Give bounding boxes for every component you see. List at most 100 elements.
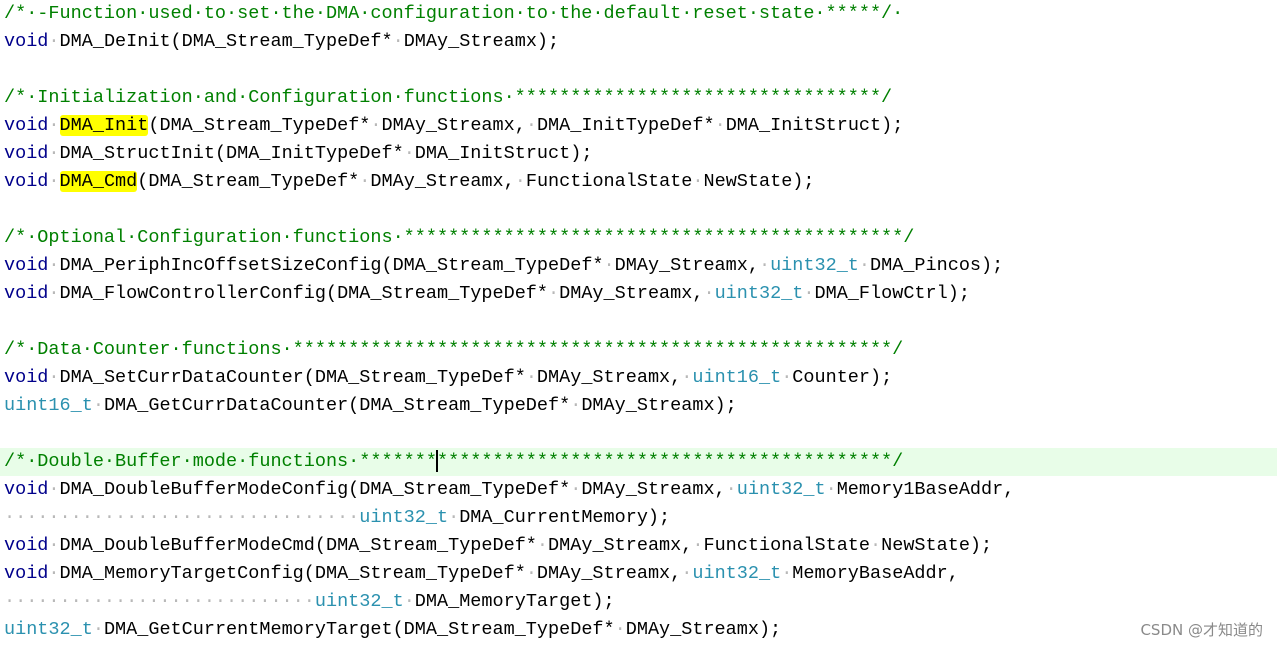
code-token: NewState);: [703, 171, 815, 192]
code-token: DMA_GetCurrDataCounter(DMA_Stream_TypeDe…: [103, 395, 571, 416]
code-token: uint16_t: [4, 395, 93, 416]
code-token: DMA_MemoryTarget);: [414, 591, 615, 612]
code-line[interactable]: void·DMA_DoubleBufferModeCmd(DMA_Stream_…: [0, 532, 1277, 560]
code-line[interactable]: uint16_t·DMA_GetCurrDataCounter(DMA_Stre…: [0, 392, 1277, 420]
code-token: FunctionalState: [525, 171, 693, 192]
code-token: ·: [681, 367, 693, 388]
code-token: ·: [359, 171, 371, 192]
code-line[interactable]: ····························uint32_t·DMA…: [0, 588, 1277, 616]
code-token: uint32_t: [736, 479, 826, 500]
code-token: ·: [448, 507, 460, 528]
code-token: ·: [570, 395, 582, 416]
code-token: DMA_Pincos);: [870, 255, 1004, 276]
code-token: ·: [48, 535, 60, 556]
code-token: void: [4, 367, 49, 388]
code-token: DMA_DoubleBufferModeCmd(DMA_Stream_TypeD…: [59, 535, 537, 556]
code-line[interactable]: [0, 56, 1277, 84]
code-token: uint32_t: [770, 255, 859, 276]
code-token: void: [4, 115, 49, 136]
code-token: DMA_InitTypeDef*: [536, 115, 715, 136]
code-token: DMA_MemoryTargetConfig(DMA_Stream_TypeDe…: [59, 563, 526, 584]
code-token: DMA_FlowControllerConfig(DMA_Stream_Type…: [59, 283, 549, 304]
code-token: void: [4, 31, 49, 52]
code-token: uint32_t: [4, 619, 93, 640]
code-token: ·: [48, 143, 60, 164]
code-token: DMA_PeriphIncOffsetSizeConfig(DMA_Stream…: [59, 255, 604, 276]
code-line[interactable]: [0, 196, 1277, 224]
code-token: void: [4, 479, 49, 500]
code-token: void: [4, 171, 49, 192]
code-token: DMAy_Streamx);: [625, 619, 782, 640]
code-token: ································: [4, 507, 360, 528]
code-token: DMA_DeInit(DMA_Stream_TypeDef*: [59, 31, 393, 52]
code-token: void: [4, 143, 49, 164]
code-token: DMA_GetCurrentMemoryTarget(DMA_Stream_Ty…: [103, 619, 615, 640]
code-token: /*·Optional·Configuration·functions·****…: [4, 227, 915, 248]
code-token: uint32_t: [314, 591, 404, 612]
code-line[interactable]: void·DMA_MemoryTargetConfig(DMA_Stream_T…: [0, 560, 1277, 588]
code-token: uint32_t: [692, 563, 782, 584]
code-token: void: [4, 535, 49, 556]
code-editor[interactable]: /*·-Function·used·to·set·the·DMA·configu…: [0, 0, 1277, 650]
code-token: DMAy_Streamx);: [403, 31, 560, 52]
code-token: NewState);: [881, 535, 993, 556]
code-line[interactable]: uint32_t·DMA_GetCurrentMemoryTarget(DMA_…: [0, 616, 1277, 644]
code-line[interactable]: /*·-Function·used·to·set·the·DMA·configu…: [0, 0, 1277, 28]
code-line[interactable]: void·DMA_PeriphIncOffsetSizeConfig(DMA_S…: [0, 252, 1277, 280]
code-token: ·: [48, 115, 60, 136]
code-line[interactable]: void·DMA_DeInit(DMA_Stream_TypeDef*·DMAy…: [0, 28, 1277, 56]
code-line[interactable]: void·DMA_SetCurrDataCounter(DMA_Stream_T…: [0, 364, 1277, 392]
code-line[interactable]: void·DMA_StructInit(DMA_InitTypeDef*·DMA…: [0, 140, 1277, 168]
code-token: Counter);: [792, 367, 893, 388]
code-token: Memory1BaseAddr,: [836, 479, 1015, 500]
code-token: ·: [48, 367, 60, 388]
code-line[interactable]: /*·Double·Buffer·mode·functions·********…: [0, 448, 1277, 476]
highlighted-token: DMA_Cmd: [59, 171, 138, 192]
code-line[interactable]: void·DMA_FlowControllerConfig(DMA_Stream…: [0, 280, 1277, 308]
code-token: /*·-Function·used·to·set·the·DMA·configu…: [4, 3, 904, 24]
code-token: uint16_t: [692, 367, 782, 388]
code-token: ·: [48, 479, 60, 500]
code-line[interactable]: /*·Initialization·and·Configuration·func…: [0, 84, 1277, 112]
code-line[interactable]: /*·Optional·Configuration·functions·****…: [0, 224, 1277, 252]
code-token: ·: [48, 255, 60, 276]
code-token: DMA_CurrentMemory);: [459, 507, 671, 528]
code-token: ·: [758, 255, 771, 276]
code-token: DMAy_Streamx,: [536, 563, 682, 584]
code-token: (DMA_Stream_TypeDef*: [137, 171, 360, 192]
code-token: ·: [681, 563, 693, 584]
code-line[interactable]: ································uint32_t…: [0, 504, 1277, 532]
code-token: DMAy_Streamx,: [381, 115, 526, 136]
code-token: ·: [525, 563, 537, 584]
code-token: DMA_InitStruct);: [414, 143, 593, 164]
code-token: uint32_t: [714, 283, 804, 304]
code-token: void: [4, 563, 49, 584]
code-token: ·: [570, 479, 582, 500]
code-token: ·: [48, 31, 60, 52]
code-token: ·: [548, 283, 560, 304]
code-line[interactable]: void·DMA_DoubleBufferModeConfig(DMA_Stre…: [0, 476, 1277, 504]
code-line[interactable]: [0, 420, 1277, 448]
code-token: ·: [803, 283, 815, 304]
code-token: ·: [703, 283, 715, 304]
code-token: /*·Data·Counter·functions·**************…: [4, 339, 904, 360]
code-token: ·: [514, 171, 526, 192]
code-token: ·: [725, 479, 737, 500]
code-line[interactable]: [0, 308, 1277, 336]
code-token: (DMA_Stream_TypeDef*: [148, 115, 371, 136]
code-token: ·: [825, 479, 837, 500]
code-token: uint32_t: [359, 507, 449, 528]
watermark: CSDN @才知道的: [1140, 621, 1263, 639]
code-line[interactable]: void·DMA_Init(DMA_Stream_TypeDef*·DMAy_S…: [0, 112, 1277, 140]
code-token: ····························: [4, 591, 315, 612]
code-token: DMA_SetCurrDataCounter(DMA_Stream_TypeDe…: [59, 367, 526, 388]
code-token: ·: [92, 395, 104, 416]
code-line[interactable]: void·DMA_Cmd(DMA_Stream_TypeDef*·DMAy_St…: [0, 168, 1277, 196]
code-token: ·: [525, 115, 537, 136]
code-token: ·: [48, 171, 60, 192]
code-token: FunctionalState: [703, 535, 870, 556]
code-token: DMAy_Streamx,: [536, 367, 682, 388]
code-line[interactable]: /*·Data·Counter·functions·**************…: [0, 336, 1277, 364]
code-token: ·: [858, 255, 871, 276]
code-token: ·: [603, 255, 615, 276]
